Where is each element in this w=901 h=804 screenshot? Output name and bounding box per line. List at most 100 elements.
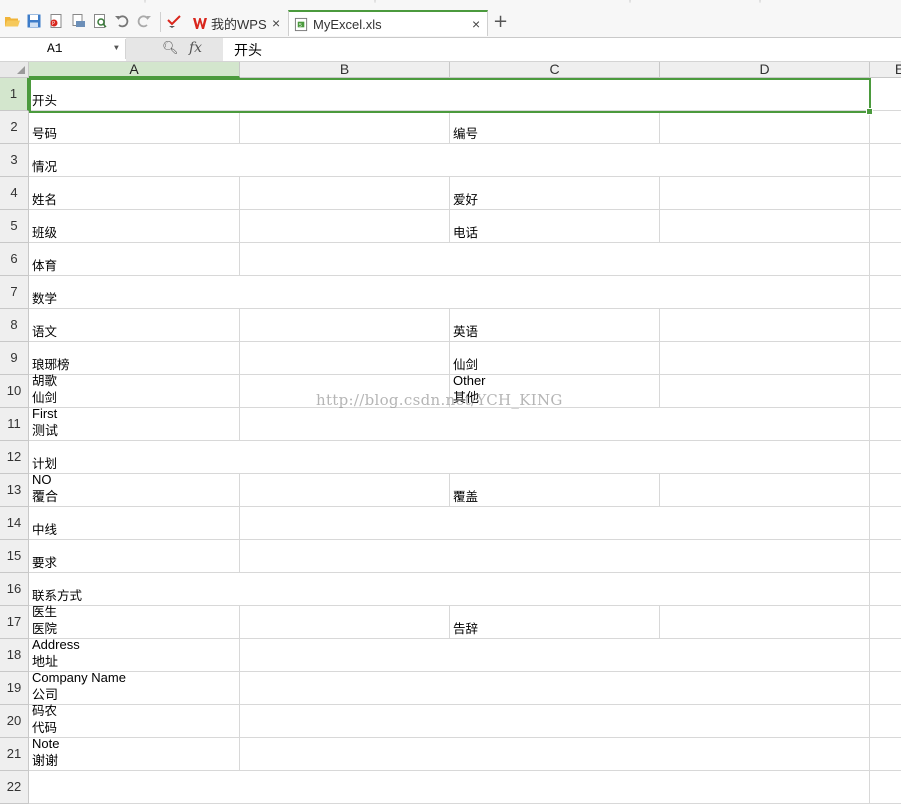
row-header-2[interactable]: 2 (0, 111, 29, 144)
row-header-4[interactable]: 4 (0, 177, 29, 210)
insert-function-icon[interactable]: fx (189, 40, 202, 56)
cell-b8[interactable] (240, 309, 450, 342)
formula-input[interactable]: 开头 (234, 40, 262, 60)
chevron-down-icon[interactable]: ▼ (114, 44, 119, 53)
cell-c13[interactable]: 覆盖 (450, 474, 660, 507)
cell-a10[interactable]: 胡歌 仙剑 (29, 373, 240, 408)
cell-d4[interactable] (660, 177, 870, 210)
print-icon[interactable] (70, 13, 86, 29)
row-header-7[interactable]: 7 (0, 276, 29, 309)
quick-access-dropdown-icon[interactable] (166, 13, 182, 29)
column-header-d[interactable]: D (660, 62, 870, 78)
cell-e5[interactable] (870, 210, 901, 243)
cell-e19[interactable] (870, 672, 901, 705)
cell-a15[interactable]: 要求 (29, 540, 240, 573)
cell-e15[interactable] (870, 540, 901, 573)
cell-e18[interactable] (870, 639, 901, 672)
column-header-a[interactable]: A (29, 62, 240, 78)
undo-icon[interactable] (114, 13, 130, 29)
merged-cell-b18-d18[interactable] (240, 639, 870, 672)
cell-d10[interactable] (660, 375, 870, 408)
cell-a14[interactable]: 中线 (29, 507, 240, 540)
cell-b2[interactable] (240, 111, 450, 144)
merged-cell-a16-d16[interactable]: 联系方式 (29, 573, 870, 606)
cell-e20[interactable] (870, 705, 901, 738)
cell-c17[interactable]: 告辞 (450, 606, 660, 639)
cell-a6[interactable]: 体育 (29, 243, 240, 276)
merged-cell-b11-d11[interactable] (240, 408, 870, 441)
merged-cell-b20-d20[interactable] (240, 705, 870, 738)
cell-e10[interactable] (870, 375, 901, 408)
merged-cell-b15-d15[interactable] (240, 540, 870, 573)
merged-cell-b21-d21[interactable] (240, 738, 870, 771)
cell-e16[interactable] (870, 573, 901, 606)
row-header-16[interactable]: 16 (0, 573, 29, 606)
cell-a2[interactable]: 号码 (29, 111, 240, 144)
cell-a18[interactable]: Address 地址 (29, 637, 240, 672)
cell-d17[interactable] (660, 606, 870, 639)
cell-a9[interactable]: 琅琊榜 (29, 342, 240, 375)
cell-a8[interactable]: 语文 (29, 309, 240, 342)
cell-e4[interactable] (870, 177, 901, 210)
print-preview-icon[interactable] (92, 13, 108, 29)
row-header-11[interactable]: 11 (0, 408, 29, 441)
cell-c5[interactable]: 电话 (450, 210, 660, 243)
row-header-13[interactable]: 13 (0, 474, 29, 507)
cell-a13[interactable]: NO 覆合 (29, 472, 240, 507)
cell-c2[interactable]: 编号 (450, 111, 660, 144)
row-header-20[interactable]: 20 (0, 705, 29, 738)
cell-e17[interactable] (870, 606, 901, 639)
tab-myexcel[interactable]: S MyExcel.xls × (288, 10, 488, 36)
row-header-8[interactable]: 8 (0, 309, 29, 342)
open-folder-icon[interactable] (4, 13, 20, 29)
row-header-18[interactable]: 18 (0, 639, 29, 672)
export-pdf-icon[interactable]: P (48, 13, 64, 29)
row-header-14[interactable]: 14 (0, 507, 29, 540)
cell-b17[interactable] (240, 606, 450, 639)
cell-e13[interactable] (870, 474, 901, 507)
row-header-3[interactable]: 3 (0, 144, 29, 177)
merged-cell-a7-d7[interactable]: 数学 (29, 276, 870, 309)
merged-cell-b19-d19[interactable] (240, 672, 870, 705)
cell-a20[interactable]: 码农 代码 (29, 703, 240, 738)
cell-a5[interactable]: 班级 (29, 210, 240, 243)
row-header-6[interactable]: 6 (0, 243, 29, 276)
cell-a19[interactable]: Company Name 公司 (29, 670, 240, 705)
merged-cell-b14-d14[interactable] (240, 507, 870, 540)
row-header-5[interactable]: 5 (0, 210, 29, 243)
tab-my-wps[interactable]: 我的WPS × (186, 10, 288, 36)
cell-a4[interactable]: 姓名 (29, 177, 240, 210)
cell-b5[interactable] (240, 210, 450, 243)
zoom-icon[interactable]: 🔍︎ (162, 41, 179, 56)
column-header-c[interactable]: C (450, 62, 660, 78)
new-tab-icon[interactable]: + (493, 13, 508, 31)
cell-d13[interactable] (660, 474, 870, 507)
row-header-17[interactable]: 17 (0, 606, 29, 639)
cell-d2[interactable] (660, 111, 870, 144)
cell-a21[interactable]: Note 谢谢 (29, 736, 240, 771)
cell-a17[interactable]: 医生 医院 (29, 604, 240, 639)
cell-e9[interactable] (870, 342, 901, 375)
cell-e8[interactable] (870, 309, 901, 342)
row-header-22[interactable]: 22 (0, 771, 29, 804)
close-tab-icon[interactable]: × (472, 16, 480, 32)
cell-d5[interactable] (660, 210, 870, 243)
cell-b13[interactable] (240, 474, 450, 507)
column-header-e[interactable]: E (870, 62, 901, 78)
cell-a11[interactable]: First 测试 (29, 406, 240, 441)
column-header-b[interactable]: B (240, 62, 450, 78)
cell-e3[interactable] (870, 144, 901, 177)
row-header-9[interactable]: 9 (0, 342, 29, 375)
merged-cell-a22-d22[interactable] (29, 771, 870, 804)
row-header-1[interactable]: 1 (0, 78, 29, 111)
row-header-21[interactable]: 21 (0, 738, 29, 771)
redo-icon[interactable] (136, 13, 152, 29)
cell-e12[interactable] (870, 441, 901, 474)
row-header-19[interactable]: 19 (0, 672, 29, 705)
merged-cell-a12-d12[interactable]: 计划 (29, 441, 870, 474)
cell-d8[interactable] (660, 309, 870, 342)
cell-b9[interactable] (240, 342, 450, 375)
merged-cell-a1-d1[interactable]: 开头 (29, 78, 870, 111)
row-header-15[interactable]: 15 (0, 540, 29, 573)
merged-cell-a3-d3[interactable]: 情况 (29, 144, 870, 177)
